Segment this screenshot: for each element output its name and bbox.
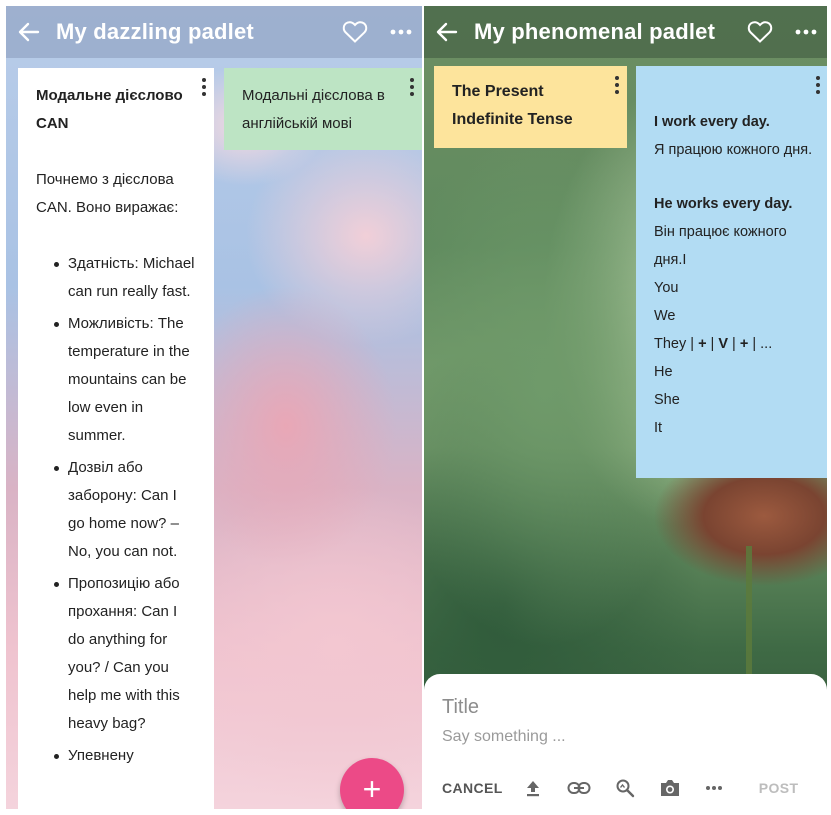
padlet-title: My dazzling padlet	[56, 19, 254, 44]
list-item: Можливість: The temperature in the mount…	[36, 310, 196, 450]
search-image-icon[interactable]	[615, 778, 635, 798]
cancel-button[interactable]: CANCEL	[442, 780, 503, 796]
heart-icon[interactable]	[747, 20, 773, 44]
camera-icon[interactable]	[659, 779, 681, 797]
back-arrow-icon[interactable]	[434, 19, 460, 45]
post-card-can[interactable]: Модальне дієслово CAN Почнемо з дієслова…	[18, 68, 214, 809]
pronoun: She	[654, 392, 680, 408]
pronoun: He	[654, 364, 673, 380]
pronoun: We	[654, 308, 676, 324]
post-menu-icon[interactable]	[816, 76, 820, 94]
tulip-stem	[746, 546, 752, 686]
post-card-examples[interactable]: I work every day. Я працюю кожного дня. …	[636, 66, 827, 478]
post-menu-icon[interactable]	[615, 76, 619, 94]
title-input[interactable]: Title	[442, 690, 827, 724]
more-options-icon[interactable]	[795, 28, 817, 36]
pronoun: It	[654, 420, 663, 436]
post-menu-icon[interactable]	[202, 78, 206, 96]
upload-icon[interactable]	[523, 778, 543, 798]
app-header: My dazzling padlet	[6, 6, 422, 58]
list-item: Упевнену	[36, 742, 196, 770]
heart-icon[interactable]	[342, 20, 368, 44]
post-menu-icon[interactable]	[410, 78, 414, 96]
link-icon[interactable]	[567, 781, 591, 795]
app-header: My phenomenal padlet	[424, 6, 827, 58]
pronoun: You	[654, 280, 679, 296]
more-options-icon[interactable]	[390, 28, 412, 36]
post-text: Модальні дієслова в англійській мові	[242, 87, 385, 132]
list-item: Здатність: Michael can run really fast.	[36, 250, 196, 306]
padlet-screen-left: My dazzling padlet Модальне дієслово CAN…	[6, 6, 422, 809]
bullet-list: Здатність: Michael can run really fast. …	[36, 250, 196, 770]
post-button[interactable]: POST	[759, 780, 799, 796]
post-card-present-indefinite[interactable]: The Present Indefinite Tense	[434, 66, 627, 148]
compose-panel: Title Say something ... CANCEL POST	[424, 674, 827, 809]
more-icon[interactable]	[705, 785, 723, 791]
body-input[interactable]: Say something ...	[442, 728, 827, 746]
back-arrow-icon[interactable]	[16, 19, 42, 45]
compose-toolbar: CANCEL POST	[424, 775, 827, 801]
example-ua: Він працює кожного дня.І	[654, 224, 787, 268]
padlet-screen-right: My phenomenal padlet The Present Indefin…	[424, 6, 827, 809]
pronoun-formula: They | + | V | + | ...	[654, 336, 773, 352]
list-item: Пропозицію або прохання: Can I do anythi…	[36, 570, 196, 738]
list-item: Дозвіл або заборону: Can I go home now? …	[36, 454, 196, 566]
example-ua: Я працюю кожного дня.	[654, 142, 813, 158]
padlet-title: My phenomenal padlet	[474, 19, 716, 44]
example-en: He works every day.	[654, 196, 793, 212]
example-en: I work every day.	[654, 114, 770, 130]
post-intro: Почнемо з дієслова CAN. Воно виражає:	[36, 171, 179, 216]
post-title: Модальне дієслово CAN	[36, 87, 183, 132]
post-text: The Present Indefinite Tense	[452, 83, 573, 128]
post-card-modal-verbs[interactable]: Модальні дієслова в англійській мові	[224, 68, 422, 150]
